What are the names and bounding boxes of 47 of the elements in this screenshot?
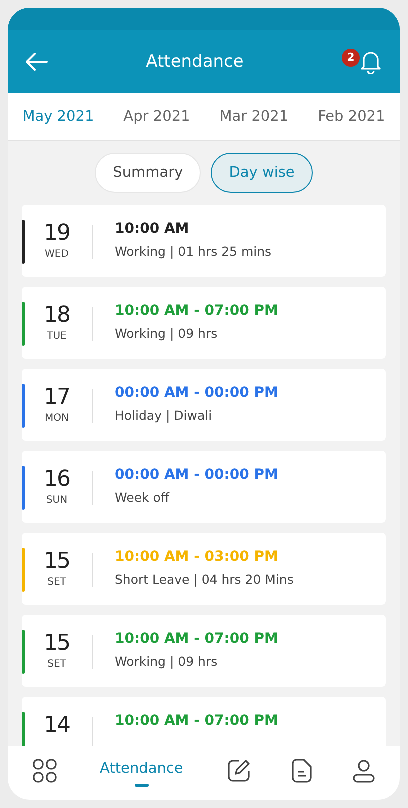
weekday-label: WED — [45, 249, 69, 260]
attendance-card[interactable]: 16 SUN 00:00 AM - 00:00 PM Week off — [22, 451, 386, 523]
back-icon[interactable] — [26, 52, 48, 70]
weekday-label: SET — [48, 659, 66, 670]
weekday-label: SET — [48, 577, 66, 588]
attendance-card[interactable]: 17 MON 00:00 AM - 00:00 PM Holiday | Diwali — [22, 369, 386, 441]
month-tab[interactable]: Feb 2021 — [314, 93, 390, 140]
document-icon[interactable] — [292, 759, 312, 783]
time-range: 10:00 AM - 07:00 PM — [115, 631, 278, 647]
day-number: 19 — [44, 221, 70, 247]
day-number: 15 — [44, 549, 70, 575]
day-number: 14 — [44, 713, 70, 739]
time-range: 10:00 AM - 03:00 PM — [115, 549, 280, 565]
nav-tab[interactable]: Attendance — [98, 755, 186, 787]
bell-icon[interactable] — [360, 50, 382, 74]
day-number: 15 — [44, 631, 70, 657]
time-range: 00:00 AM - 00:00 PM — [115, 467, 278, 483]
attendance-card[interactable]: 14 10:00 AM - 07:00 PM — [22, 697, 386, 746]
attendance-card[interactable]: 18 TUE 10:00 AM - 07:00 PM Working | 09 hrs — [22, 287, 386, 359]
weekday-label: MON — [45, 413, 69, 424]
attendance-card[interactable]: 15 SET 10:00 AM - 03:00 PM Short Leave | 04 hrs 20 Mins — [22, 533, 386, 605]
notification-badge: 2 — [342, 48, 360, 66]
day-number: 17 — [44, 385, 70, 411]
month-tab[interactable]: Mar 2021 — [216, 93, 293, 140]
status-detail: Week off — [115, 490, 171, 505]
screen-title: Attendance — [145, 52, 245, 72]
status-detail: Short Leave | 04 hrs 20 Mins — [115, 572, 294, 587]
status-detail: Working | 09 hrs — [115, 654, 219, 669]
edit-icon[interactable] — [226, 759, 251, 783]
time-range: 00:00 AM - 00:00 PM — [115, 385, 278, 401]
view-toggle-button[interactable]: Summary — [95, 153, 202, 193]
day-number: 16 — [44, 467, 70, 493]
attendance-card[interactable]: 15 SET 10:00 AM - 07:00 PM Working | 09 hrs — [22, 615, 386, 687]
status-detail: Working | 01 hrs 25 mins — [115, 244, 272, 259]
user-icon[interactable] — [353, 759, 376, 783]
month-tab[interactable]: Apr 2021 — [120, 93, 194, 140]
weekday-label: TUE — [47, 331, 67, 342]
attendance-card[interactable]: 19 WED 10:00 AM Working | 01 hrs 25 mins — [22, 205, 386, 277]
time-range: 10:00 AM - 07:00 PM — [115, 713, 278, 729]
weekday-label: SUN — [46, 495, 68, 506]
status-detail: Holiday | Diwali — [115, 408, 214, 423]
time-range: 10:00 AM — [115, 221, 190, 237]
time-range: 10:00 AM - 07:00 PM — [115, 303, 278, 319]
day-number: 18 — [44, 303, 70, 329]
grid-icon[interactable] — [32, 759, 57, 783]
status-detail: Working | 09 hrs — [115, 326, 219, 341]
view-toggle-button[interactable]: Day wise — [211, 153, 313, 193]
